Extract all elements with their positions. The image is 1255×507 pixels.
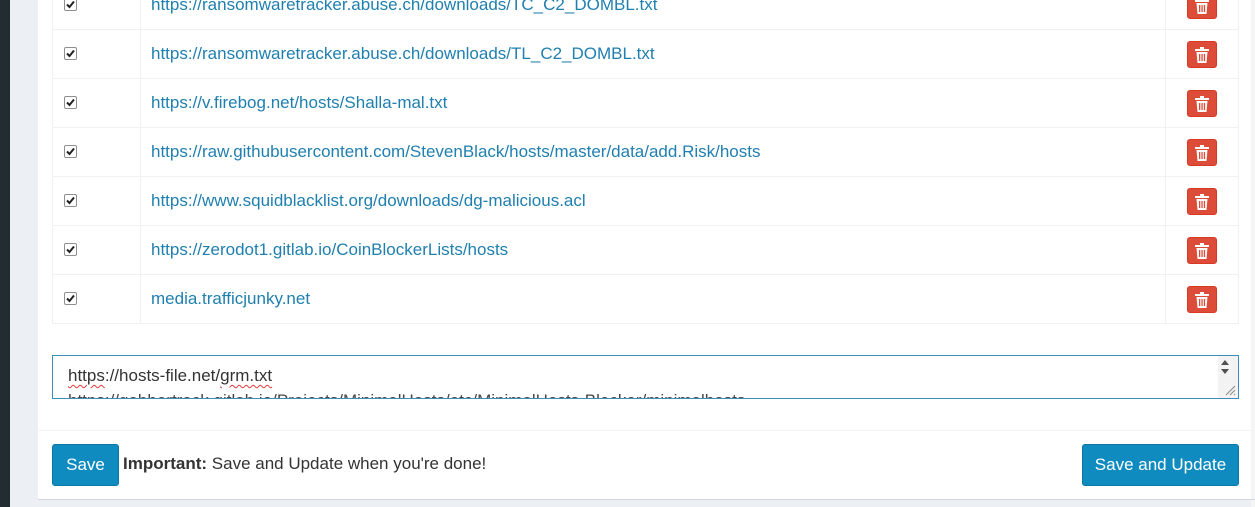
adlist-delete-cell <box>1166 79 1239 128</box>
adlist-enabled-checkbox[interactable] <box>64 47 77 60</box>
delete-adlist-button[interactable] <box>1187 187 1217 215</box>
delete-adlist-button[interactable] <box>1187 138 1217 166</box>
adlist-url-link[interactable]: https://www.squidblacklist.org/downloads… <box>151 191 586 210</box>
save-button[interactable]: Save <box>52 444 119 486</box>
adlist-url-cell: https://v.firebog.net/hosts/Shalla-mal.t… <box>140 78 1166 128</box>
trash-icon <box>1195 0 1209 14</box>
delete-adlist-button[interactable] <box>1187 285 1217 313</box>
delete-adlist-button[interactable] <box>1187 40 1217 68</box>
adlist-enabled-cell <box>52 127 141 177</box>
spin-arrows-icon[interactable] <box>1220 359 1230 375</box>
trash-icon <box>1195 46 1209 63</box>
important-text: Save and Update when you're done! <box>207 454 487 473</box>
checkmark-icon <box>66 0 75 9</box>
adlist-delete-cell <box>1166 275 1239 324</box>
adlist-enabled-cell <box>52 78 141 128</box>
trash-icon <box>1195 95 1209 112</box>
adlist-enabled-cell <box>52 0 141 30</box>
trash-icon <box>1195 193 1209 210</box>
adlist-enabled-checkbox[interactable] <box>64 243 77 256</box>
checkmark-icon <box>66 245 75 254</box>
adlists-table: https://ransomwaretracker.abuse.ch/downl… <box>52 0 1239 324</box>
textarea-line-2: https://gabbertrack.gitlab.io/Projects/M… <box>68 391 745 398</box>
adlist-row: https://v.firebog.net/hosts/Shalla-mal.t… <box>52 78 1239 128</box>
adlist-url-link[interactable]: https://v.firebog.net/hosts/Shalla-mal.t… <box>151 93 447 112</box>
adlist-enabled-cell <box>52 176 141 226</box>
important-note: Important: Save and Update when you're d… <box>123 454 486 474</box>
textarea-line-1-mid: ://hosts-file.net/ <box>104 366 221 385</box>
delete-adlist-button[interactable] <box>1187 236 1217 264</box>
adlist-row: https://raw.githubusercontent.com/Steven… <box>52 127 1239 177</box>
adlist-enabled-checkbox[interactable] <box>64 0 77 11</box>
adlist-url-cell: https://ransomwaretracker.abuse.ch/downl… <box>140 29 1166 79</box>
textarea-line-1: https://hosts-file.net/grm.txt <box>68 366 272 386</box>
adlist-enabled-checkbox[interactable] <box>64 96 77 109</box>
adlist-url-link[interactable]: https://ransomwaretracker.abuse.ch/downl… <box>151 44 655 63</box>
adlist-delete-cell <box>1166 177 1239 226</box>
content-gutter <box>10 0 38 507</box>
footer-divider <box>38 430 1255 431</box>
adlist-url-cell: https://www.squidblacklist.org/downloads… <box>140 176 1166 226</box>
checkmark-icon <box>66 294 75 303</box>
textarea-scrollbar[interactable] <box>1218 356 1238 398</box>
adlist-enabled-cell <box>52 274 141 324</box>
trash-icon <box>1195 144 1209 161</box>
important-label: Important: <box>123 454 208 473</box>
delete-adlist-button[interactable] <box>1187 0 1217 19</box>
adlist-url-link[interactable]: https://zerodot1.gitlab.io/CoinBlockerLi… <box>151 240 508 259</box>
adlist-enabled-checkbox[interactable] <box>64 292 77 305</box>
adlist-enabled-checkbox[interactable] <box>64 194 77 207</box>
adlist-url-link[interactable]: media.trafficjunky.net <box>151 289 310 308</box>
adlist-enabled-cell <box>52 225 141 275</box>
adlist-url-cell: media.trafficjunky.net <box>140 274 1166 324</box>
checkmark-icon <box>66 147 75 156</box>
box-bottom-border <box>38 499 1255 500</box>
save-and-update-button[interactable]: Save and Update <box>1082 444 1239 486</box>
adlist-url-link[interactable]: https://ransomwaretracker.abuse.ch/downl… <box>151 0 657 14</box>
sidebar-edge <box>0 0 10 507</box>
textarea-line-1-prefix: https <box>68 366 105 385</box>
adlist-url-cell: https://zerodot1.gitlab.io/CoinBlockerLi… <box>140 225 1166 275</box>
textarea-line-1-suffix: grm.txt <box>220 366 273 385</box>
adlist-enabled-cell <box>52 29 141 79</box>
checkmark-icon <box>66 98 75 107</box>
trash-icon <box>1195 242 1209 259</box>
checkmark-icon <box>66 196 75 205</box>
checkmark-icon <box>66 49 75 58</box>
adlist-row: https://www.squidblacklist.org/downloads… <box>52 176 1239 226</box>
adlist-delete-cell <box>1166 0 1239 30</box>
adlist-row: media.trafficjunky.net <box>52 274 1239 324</box>
delete-adlist-button[interactable] <box>1187 89 1217 117</box>
adlist-row: https://zerodot1.gitlab.io/CoinBlockerLi… <box>52 225 1239 275</box>
adlist-delete-cell <box>1166 128 1239 177</box>
adlist-url-cell: https://raw.githubusercontent.com/Steven… <box>140 127 1166 177</box>
resize-handle-icon[interactable] <box>1224 384 1236 396</box>
new-adlist-textarea[interactable]: https://hosts-file.net/grm.txt https://g… <box>52 355 1239 399</box>
adlist-enabled-checkbox[interactable] <box>64 145 77 158</box>
adlist-url-link[interactable]: https://raw.githubusercontent.com/Steven… <box>151 142 760 161</box>
adlist-url-cell: https://ransomwaretracker.abuse.ch/downl… <box>140 0 1166 30</box>
adlist-row: https://ransomwaretracker.abuse.ch/downl… <box>52 0 1239 30</box>
adlist-delete-cell <box>1166 30 1239 79</box>
trash-icon <box>1195 291 1209 308</box>
adlist-row: https://ransomwaretracker.abuse.ch/downl… <box>52 29 1239 79</box>
adlist-delete-cell <box>1166 226 1239 275</box>
